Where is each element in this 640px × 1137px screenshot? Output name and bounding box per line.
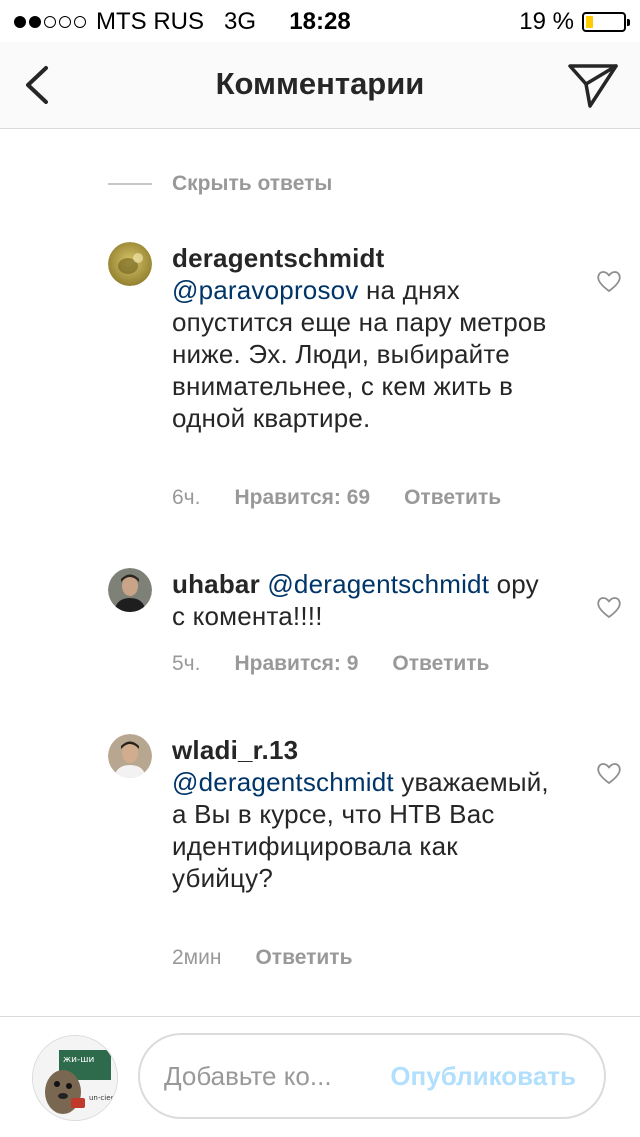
comment-input-placeholder: Добавьте ко...	[164, 1061, 332, 1091]
comment-mention[interactable]: @paravoprosov	[172, 275, 359, 305]
comment-time: 2мин	[172, 946, 222, 969]
avatar-image	[108, 734, 152, 778]
avatar-image	[108, 242, 152, 286]
avatar[interactable]	[108, 242, 152, 286]
divider-line	[108, 183, 152, 185]
status-bar: MTS RUS 3G 18:28 19 %	[0, 0, 640, 42]
comment-input[interactable]: Добавьте ко... Опубликовать	[138, 1033, 606, 1119]
comment-time: 5ч.	[172, 652, 201, 675]
like-heart-icon[interactable]	[596, 595, 622, 619]
reply-button[interactable]: Ответить	[255, 946, 352, 970]
comment-composer: жи-ши un-cied-re Добавьте ко... Опублико…	[0, 1016, 640, 1137]
hide-replies-label: Скрыть ответы	[172, 172, 333, 195]
paper-plane-icon	[568, 64, 618, 108]
comment-mention[interactable]: @deragentschmidt	[172, 767, 394, 797]
comment-time: 6ч.	[172, 486, 201, 509]
my-avatar: жи-ши un-cied-re	[32, 1035, 118, 1121]
avatar-image: жи-ши un-cied-re	[33, 1036, 118, 1120]
comment-text: uhabar @deragentschmidt ору с комента!!!…	[172, 568, 552, 632]
avatar-text-bottom: un-cied-re	[89, 1094, 118, 1102]
comment-meta: 5ч. Нравится: 9 Ответить	[172, 652, 489, 676]
comment-mention[interactable]: @deragentschmidt	[267, 569, 489, 599]
comment-meta: 2мин Ответить	[172, 946, 353, 970]
page-title: Комментарии	[215, 66, 425, 101]
comment-meta: 6ч. Нравится: 69 Ответить	[172, 486, 501, 510]
comment-text: deragentschmidt @paravoprosov на днях оп…	[172, 242, 552, 434]
avatar[interactable]	[108, 734, 152, 778]
comment-text: wladi_r.13 @deragentschmidt уважаемый, а…	[172, 734, 552, 894]
post-button[interactable]: Опубликовать	[390, 1061, 576, 1092]
reply-button[interactable]: Ответить	[392, 652, 489, 676]
reply-button[interactable]: Ответить	[404, 486, 501, 510]
comment-item: uhabar @deragentschmidt ору с комента!!!…	[108, 568, 628, 688]
comment-username[interactable]: uhabar	[172, 569, 260, 599]
like-heart-icon[interactable]	[596, 761, 622, 785]
avatar-image	[108, 568, 152, 612]
comment-item: wladi_r.13 @deragentschmidt уважаемый, а…	[108, 734, 628, 974]
avatar-text-top: жи-ши	[63, 1055, 94, 1065]
navigation-bar: Комментарии	[0, 42, 640, 129]
like-heart-icon[interactable]	[596, 269, 622, 293]
comment-username[interactable]: wladi_r.13	[172, 735, 298, 765]
direct-message-button[interactable]	[566, 60, 620, 110]
battery-percent: 19 %	[519, 8, 574, 35]
status-right: 19 %	[519, 8, 630, 36]
comment-username[interactable]: deragentschmidt	[172, 243, 385, 273]
comment-likes[interactable]: Нравится: 69	[234, 486, 370, 510]
comment-likes[interactable]: Нравится: 9	[234, 652, 358, 676]
avatar[interactable]	[108, 568, 152, 612]
battery-fill	[586, 16, 593, 28]
comment-item: deragentschmidt @paravoprosov на днях оп…	[108, 242, 628, 522]
battery-icon	[582, 12, 630, 32]
hide-replies-button[interactable]: Скрыть ответы	[108, 172, 332, 196]
